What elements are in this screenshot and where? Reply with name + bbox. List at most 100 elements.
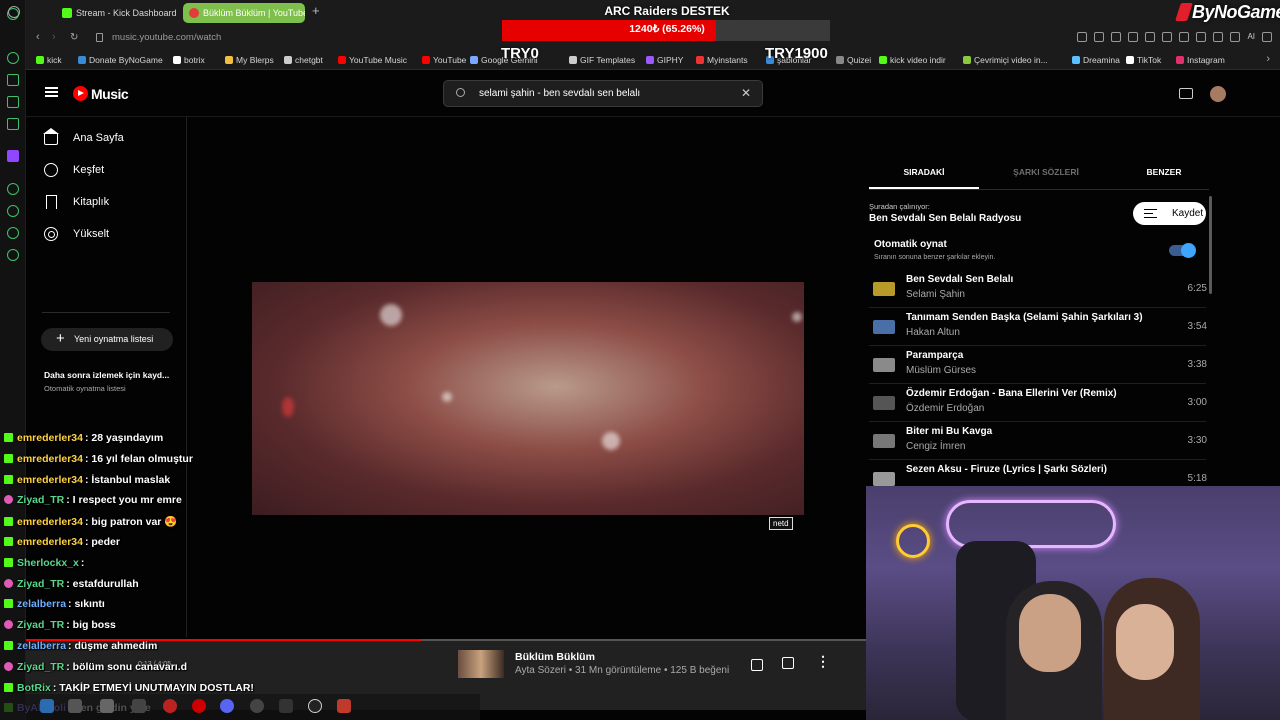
queue-item[interactable]: Paramparça Müslüm Gürses 3:38 (869, 346, 1207, 384)
chat-username: zelalberra (17, 598, 67, 611)
kick-icon (62, 8, 72, 18)
neon-moon (896, 524, 930, 558)
clear-search-icon[interactable]: ✕ (741, 86, 751, 100)
vpn-icon[interactable] (1162, 32, 1173, 42)
bookmark-item[interactable]: GIF Templates (569, 55, 635, 65)
clock-icon[interactable] (7, 205, 19, 217)
sidebar-item-upgrade[interactable]: Yükselt (44, 226, 109, 246)
menu-icon[interactable] (45, 87, 58, 97)
extensions-icon[interactable] (7, 227, 19, 239)
kick-badge-icon (4, 433, 13, 442)
new-tab-button[interactable]: + (312, 3, 320, 18)
dislike-icon[interactable] (751, 659, 763, 671)
tab-up-next[interactable]: SIRADAKİ (869, 167, 979, 177)
queue-item[interactable]: Ben Sevdalı Sen Belalı Selami Şahin 6:25 (869, 270, 1207, 308)
app-icon[interactable] (132, 699, 146, 713)
heart-icon[interactable] (1145, 32, 1156, 42)
settings-icon[interactable] (7, 249, 19, 261)
queue-item[interactable]: Tanımam Senden Başka (Selami Şahin Şarkı… (869, 308, 1207, 346)
bookmark-item[interactable]: Donate ByNoGame (78, 55, 163, 65)
settings-icon[interactable] (1230, 32, 1241, 42)
bookmark-item[interactable]: My Blerps (225, 55, 274, 65)
bookmark-item[interactable]: Myinstants (696, 55, 748, 65)
app-name[interactable]: Music (91, 86, 129, 102)
twitch-icon[interactable] (7, 150, 19, 162)
sidebar-item-library[interactable]: Kitaplık (44, 194, 109, 214)
steam-icon[interactable] (250, 699, 264, 713)
app-icon[interactable] (40, 699, 54, 713)
sidebar-item-explore[interactable]: Keşfet (44, 162, 104, 182)
profile-icon[interactable] (1196, 32, 1207, 42)
bookmark-item[interactable]: botrix (173, 55, 205, 65)
app-icon[interactable] (337, 699, 351, 713)
bookmark-item[interactable]: YouTube (422, 55, 466, 65)
bookmark-item[interactable]: TikTok (1126, 55, 1161, 65)
player-icon[interactable] (7, 183, 19, 195)
opera-gx-icon[interactable] (192, 699, 206, 713)
saved-playlist-title[interactable]: Daha sonra izlemek için kayd... (44, 370, 169, 380)
bookmark-item[interactable]: Quizei (836, 55, 871, 65)
tab-lyrics[interactable]: ŞARKI SÖZLERİ (991, 167, 1101, 177)
app-icon[interactable] (279, 699, 293, 713)
youtube-music-logo-icon[interactable] (73, 86, 88, 101)
autoplay-toggle[interactable] (1169, 243, 1196, 258)
header-divider (26, 116, 1280, 117)
tab-kick-dashboard[interactable]: Stream - Kick Dashboard (56, 3, 176, 23)
reload-icon[interactable]: ↻ (70, 32, 78, 43)
chat-message: Ziyad_TR: big boss (4, 619, 116, 631)
bookmark-item[interactable]: chetgbt (284, 55, 323, 65)
wallet-icon[interactable] (7, 96, 19, 108)
queue-scrollbar[interactable] (1209, 196, 1212, 294)
snapshot-icon[interactable] (1094, 32, 1105, 42)
video-player[interactable] (252, 282, 804, 515)
search-bar[interactable]: selami şahin - ben sevdalı sen belalı ✕ (443, 80, 763, 107)
back-icon[interactable]: ‹ (36, 31, 40, 43)
flow-icon[interactable] (7, 74, 19, 86)
chat-username: emrederler34 (17, 536, 83, 548)
avatar[interactable] (1210, 86, 1226, 102)
sidebar-item-home[interactable]: Ana Sayfa (43, 128, 124, 150)
save-button[interactable]: Kaydet (1133, 202, 1206, 225)
active-tab-indicator (869, 187, 979, 189)
tab-related[interactable]: BENZER (1112, 167, 1216, 177)
like-icon[interactable] (782, 657, 794, 669)
discord-icon[interactable] (220, 699, 234, 713)
menu-icon[interactable] (1262, 32, 1272, 42)
messenger-icon[interactable] (7, 118, 19, 130)
app-icon[interactable] (68, 699, 82, 713)
bookmark-item[interactable]: YouTube Music (338, 55, 407, 65)
search-input[interactable]: selami şahin - ben sevdalı sen belalı (479, 88, 640, 99)
download-icon[interactable] (1213, 32, 1224, 42)
shield-icon[interactable] (1111, 32, 1122, 42)
tab-youtube-music[interactable]: Büklüm Büklüm | YouTube Music (183, 3, 305, 23)
bookmark-item[interactable]: kick (36, 55, 62, 65)
playing-from-value: Ben Sevdalı Sen Belalı Radyosu (869, 213, 1022, 224)
new-playlist-button[interactable]: Yeni oynatma listesi (41, 327, 173, 351)
donation-goal-bar: 1240₺ (65.26%) (502, 20, 830, 41)
now-playing-title[interactable]: Büklüm Büklüm (515, 651, 595, 663)
history-icon[interactable] (7, 52, 19, 64)
bookmark-item[interactable]: GIPHY (646, 55, 683, 65)
now-playing-thumbnail[interactable] (458, 650, 504, 678)
cast-icon[interactable] (1179, 88, 1193, 99)
bookmark-item[interactable]: Çevrimiçi video in... (963, 55, 1048, 65)
cast-icon[interactable] (1128, 32, 1139, 42)
more-options-icon[interactable]: ⋮ (816, 654, 830, 668)
obs-icon[interactable] (308, 699, 322, 713)
bookmark-item[interactable]: Instagram (1176, 55, 1225, 65)
pin-icon[interactable] (1077, 32, 1088, 42)
extensions-icon[interactable] (1179, 32, 1190, 42)
opera-icon[interactable] (163, 699, 177, 713)
ai-button[interactable]: AI (1247, 32, 1255, 42)
workspace-icon[interactable] (8, 6, 20, 18)
forward-icon[interactable]: › (52, 31, 56, 43)
bookmarks-more-icon[interactable]: › (1266, 53, 1270, 65)
url-field[interactable]: music.youtube.com/watch (112, 32, 221, 43)
queue-item[interactable]: Biter mi Bu Kavga Cengiz İmren 3:30 (869, 422, 1207, 460)
bookmarks-bar: kick Donate ByNoGame botrix My Blerps chetgb… (26, 50, 1280, 70)
app-icon[interactable] (100, 699, 114, 713)
bookmark-item[interactable]: Dreamina (1072, 55, 1120, 65)
bookmark-item[interactable]: kick video indir (879, 55, 946, 65)
queue-item[interactable]: Özdemir Erdoğan - Bana Ellerini Ver (Rem… (869, 384, 1207, 422)
queue-thumbnail (873, 472, 895, 486)
